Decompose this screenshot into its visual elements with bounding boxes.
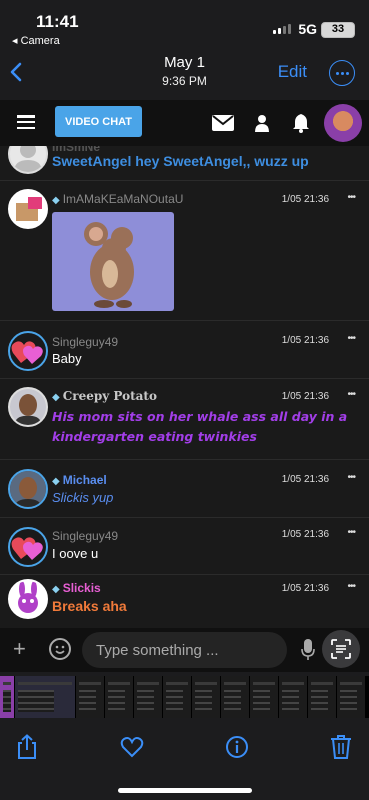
photos-header: May 1 9:36 PM Edit [0, 50, 369, 98]
avatar[interactable] [8, 331, 48, 371]
message-time: 1/05 21:36 [281, 391, 329, 402]
sender-name: ◆ ImAMaKEaMaNOutaU [52, 192, 184, 206]
photo-thumbnail[interactable] [250, 676, 278, 718]
plus-icon[interactable]: + [13, 638, 26, 660]
message-text: His mom sits on her whale ass all day in… [52, 409, 348, 444]
message-text: Slickis yup [52, 490, 114, 505]
more-icon[interactable]: ••• [347, 472, 355, 483]
sender-name: Singleguy49 [52, 529, 119, 543]
photo-thumbnail[interactable] [105, 676, 133, 718]
scan-text-icon[interactable] [322, 630, 360, 668]
list-item: Singleguy49 1/05 21:36 ••• I oove u [0, 519, 369, 575]
message-text: SweetAngel hey SweetAngel,, wuzz up [52, 153, 309, 169]
list-item: Singleguy49 1/05 21:36 ••• Baby [0, 322, 369, 379]
home-indicator[interactable] [118, 788, 252, 793]
battery-icon: 33 [321, 22, 355, 38]
list-item: ◆ ImAMaKEaMaNOutaU 1/05 21:36 ••• [0, 181, 369, 321]
share-icon[interactable] [15, 734, 39, 760]
avatar[interactable] [8, 579, 48, 619]
photo-thumbnail[interactable] [134, 676, 162, 718]
message-time: 1/05 21:36 [281, 474, 329, 485]
status-time: 11:41 [36, 12, 79, 31]
diamond-icon: ◆ [52, 392, 60, 403]
message-text: Baby [52, 351, 82, 366]
photo-thumbnail[interactable] [163, 676, 191, 718]
list-item: ImSmNe SweetAngel hey SweetAngel,, wuzz … [0, 146, 369, 181]
photo-thumbnail[interactable] [192, 676, 220, 718]
user-icon[interactable] [254, 114, 270, 132]
photo-date: May 1 [164, 54, 205, 71]
photo-time: 9:36 PM [162, 74, 207, 88]
edit-button[interactable]: Edit [278, 62, 307, 82]
photo-thumbnail[interactable] [221, 676, 249, 718]
photo-thumbnail-strip[interactable] [0, 676, 369, 718]
more-icon[interactable]: ••• [347, 389, 355, 400]
status-bar: 11:41 ◂ Camera 5G 33 [0, 0, 369, 50]
video-chat-button[interactable]: VIDEO CHAT [55, 106, 142, 137]
avatar[interactable] [324, 104, 362, 142]
more-icon[interactable]: ••• [347, 527, 355, 538]
avatar[interactable] [8, 469, 48, 509]
trash-icon[interactable] [329, 734, 353, 760]
list-item: ◆ Creepy Potato 1/05 21:36 ••• His mom si… [0, 380, 369, 460]
photo-thumbnail[interactable] [15, 676, 75, 718]
diamond-icon: ◆ [52, 195, 60, 206]
sender-name: ◆ Slickis [52, 581, 101, 595]
avatar[interactable] [8, 527, 48, 567]
photo-thumbnail[interactable] [279, 676, 307, 718]
diamond-icon: ◆ [52, 476, 60, 487]
more-icon[interactable]: ••• [347, 333, 355, 344]
sender-name: Singleguy49 [52, 335, 119, 349]
avatar[interactable] [8, 146, 48, 174]
message-composer: + [0, 628, 369, 672]
heart-icon[interactable] [120, 734, 144, 760]
chat-feed[interactable]: ImSmNe SweetAngel hey SweetAngel,, wuzz … [0, 146, 369, 628]
photo-thumbnail[interactable] [337, 676, 365, 718]
bell-icon[interactable] [292, 113, 310, 133]
list-item: ◆ Slickis 1/05 21:36 ••• Breaks aha [0, 576, 369, 628]
photos-toolbar [0, 718, 369, 800]
back-to-camera-link[interactable]: ◂ Camera [12, 34, 60, 47]
mic-icon[interactable] [301, 639, 315, 661]
signal-icon [273, 24, 291, 34]
message-time: 1/05 21:36 [281, 335, 329, 346]
more-icon[interactable] [329, 60, 355, 86]
photo-thumbnail[interactable] [0, 676, 14, 718]
network-label: 5G [298, 21, 317, 37]
mail-icon[interactable] [212, 115, 234, 131]
sender-name: ◆ Michael [52, 473, 107, 487]
message-input[interactable] [82, 632, 287, 668]
message-text: I oove u [52, 546, 99, 561]
photo-thumbnail[interactable] [76, 676, 104, 718]
avatar[interactable] [8, 387, 48, 427]
list-item: ◆ Michael 1/05 21:36 ••• Slickis yup [0, 461, 369, 518]
more-icon[interactable]: ••• [347, 581, 355, 592]
more-icon[interactable]: ••• [347, 192, 355, 203]
hamburger-icon[interactable] [17, 115, 35, 129]
message-time: 1/05 21:36 [281, 194, 329, 205]
diamond-icon: ◆ [52, 584, 60, 595]
photo-thumbnail[interactable] [308, 676, 336, 718]
message-time: 1/05 21:36 [281, 529, 329, 540]
info-icon[interactable] [225, 734, 249, 760]
avatar[interactable] [8, 189, 48, 229]
message-text: Breaks aha [52, 598, 127, 614]
emoji-icon[interactable] [49, 638, 71, 660]
chat-app-nav: VIDEO CHAT [0, 100, 369, 146]
message-image[interactable] [52, 212, 174, 311]
sender-name: ◆ Creepy Potato [52, 389, 157, 403]
message-time: 1/05 21:36 [281, 583, 329, 594]
